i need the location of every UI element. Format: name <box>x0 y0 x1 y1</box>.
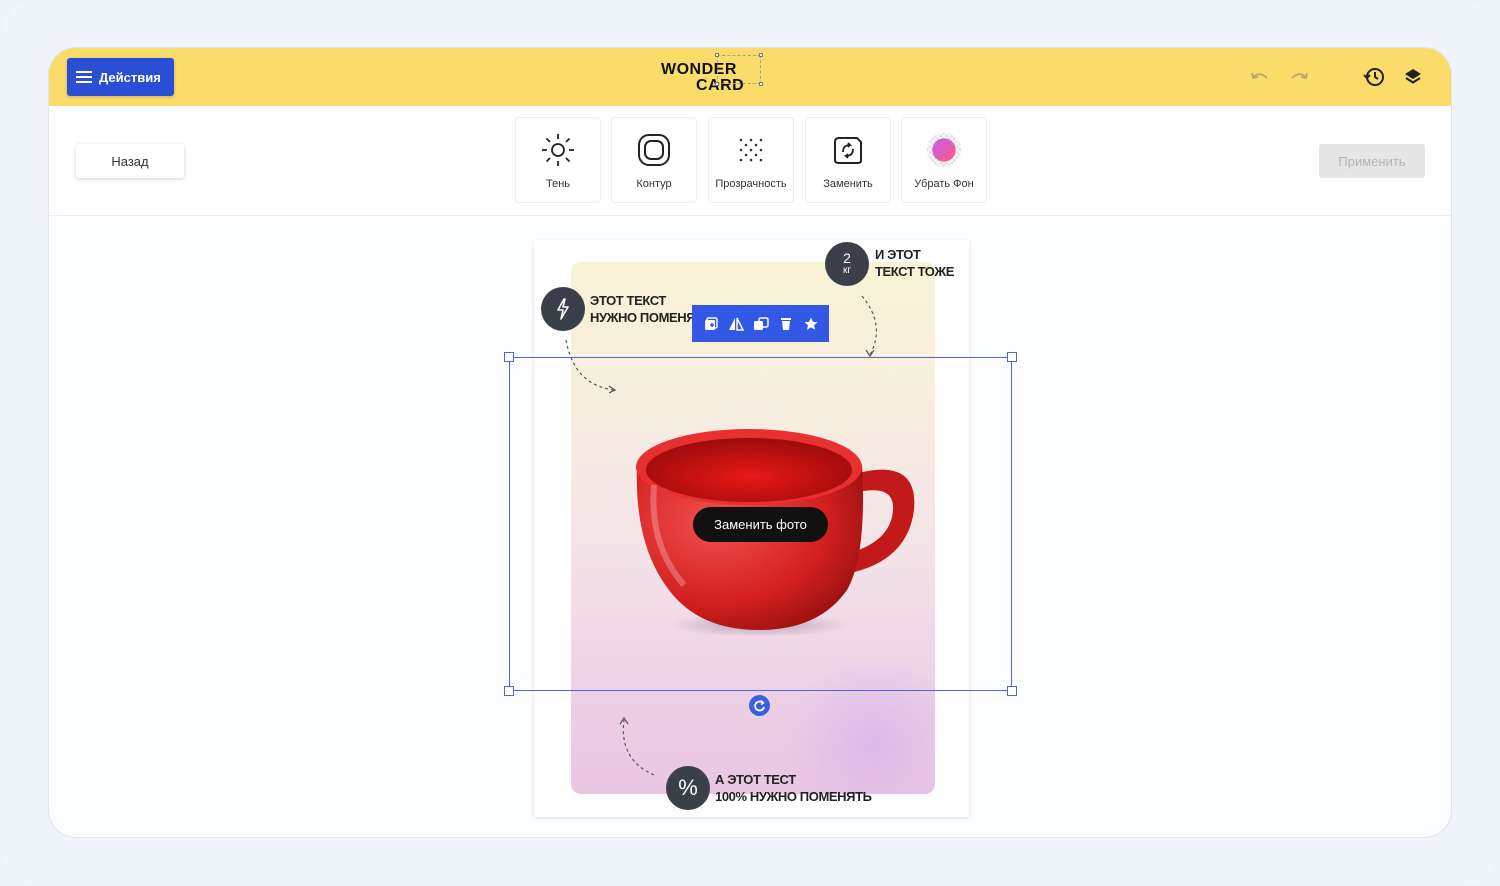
back-button[interactable]: Назад <box>76 144 184 178</box>
actions-label: Действия <box>99 69 161 85</box>
rotate-icon <box>754 699 765 712</box>
weight-unit: кг <box>842 265 852 276</box>
resize-handle-bottom-right[interactable] <box>1007 686 1017 696</box>
tool-label: Контур <box>636 178 672 190</box>
percent-badge: % <box>666 766 710 810</box>
app-background: Действия WONDER CARD Назад Тень Контур П… <box>0 0 1500 886</box>
history-icon[interactable] <box>1363 66 1385 88</box>
transparency-icon <box>733 132 769 168</box>
apply-button[interactable]: Применить <box>1319 144 1425 178</box>
resize-handle-top-left[interactable] <box>504 352 514 362</box>
outline-icon <box>636 132 672 168</box>
tool-label: Заменить <box>823 178 873 190</box>
tool-shadow[interactable]: Тень <box>515 117 601 203</box>
image-toolbar: Назад Тень Контур Прозрачность Заменить … <box>49 106 1451 216</box>
tool-label: Прозрачность <box>715 178 787 190</box>
wondercard-logo[interactable]: WONDER CARD <box>661 53 763 96</box>
tool-replace[interactable]: Заменить <box>805 117 891 203</box>
resize-handle-top-right[interactable] <box>1007 352 1017 362</box>
tool-outline[interactable]: Контур <box>611 117 697 203</box>
tool-transparency[interactable]: Прозрачность <box>708 117 794 203</box>
sun-icon <box>540 132 576 168</box>
delete-icon[interactable] <box>777 315 795 333</box>
copy-style-icon[interactable] <box>752 315 770 333</box>
top-header: Действия WONDER CARD <box>49 48 1451 106</box>
replace-icon <box>830 132 866 168</box>
bolt-icon <box>557 298 569 320</box>
tool-label: Тень <box>545 178 571 190</box>
actions-menu-button[interactable]: Действия <box>67 58 174 96</box>
duplicate-icon[interactable] <box>702 315 720 333</box>
menu-icon <box>76 71 92 83</box>
layers-icon[interactable] <box>1402 66 1424 88</box>
element-mini-toolbar <box>692 305 829 342</box>
replace-photo-button[interactable]: Заменить фото <box>693 507 828 542</box>
remove-bg-icon <box>926 132 962 168</box>
resize-handle-bottom-left[interactable] <box>504 686 514 696</box>
tool-label: Убрать Фон <box>914 178 974 190</box>
weight-badge: 2 кг <box>825 242 869 286</box>
flip-icon[interactable] <box>727 315 745 333</box>
favorite-icon[interactable] <box>802 315 820 333</box>
redo-icon[interactable] <box>1288 66 1310 88</box>
rotate-handle[interactable] <box>749 695 770 716</box>
weight-value: 2 <box>843 250 851 266</box>
logo-selection-box <box>715 53 763 86</box>
tool-remove-background[interactable]: Убрать Фон <box>901 117 987 203</box>
editor-window: Действия WONDER CARD Назад Тень Контур П… <box>48 47 1452 838</box>
headline-bottom[interactable]: А ЭТОТ ТЕСТ 100% НУЖНО ПОМЕНЯТЬ <box>715 771 872 805</box>
undo-icon[interactable] <box>1249 66 1271 88</box>
bolt-badge <box>541 287 585 331</box>
headline-top-right[interactable]: И ЭТОТ ТЕКСТ ТОЖЕ <box>875 246 954 280</box>
